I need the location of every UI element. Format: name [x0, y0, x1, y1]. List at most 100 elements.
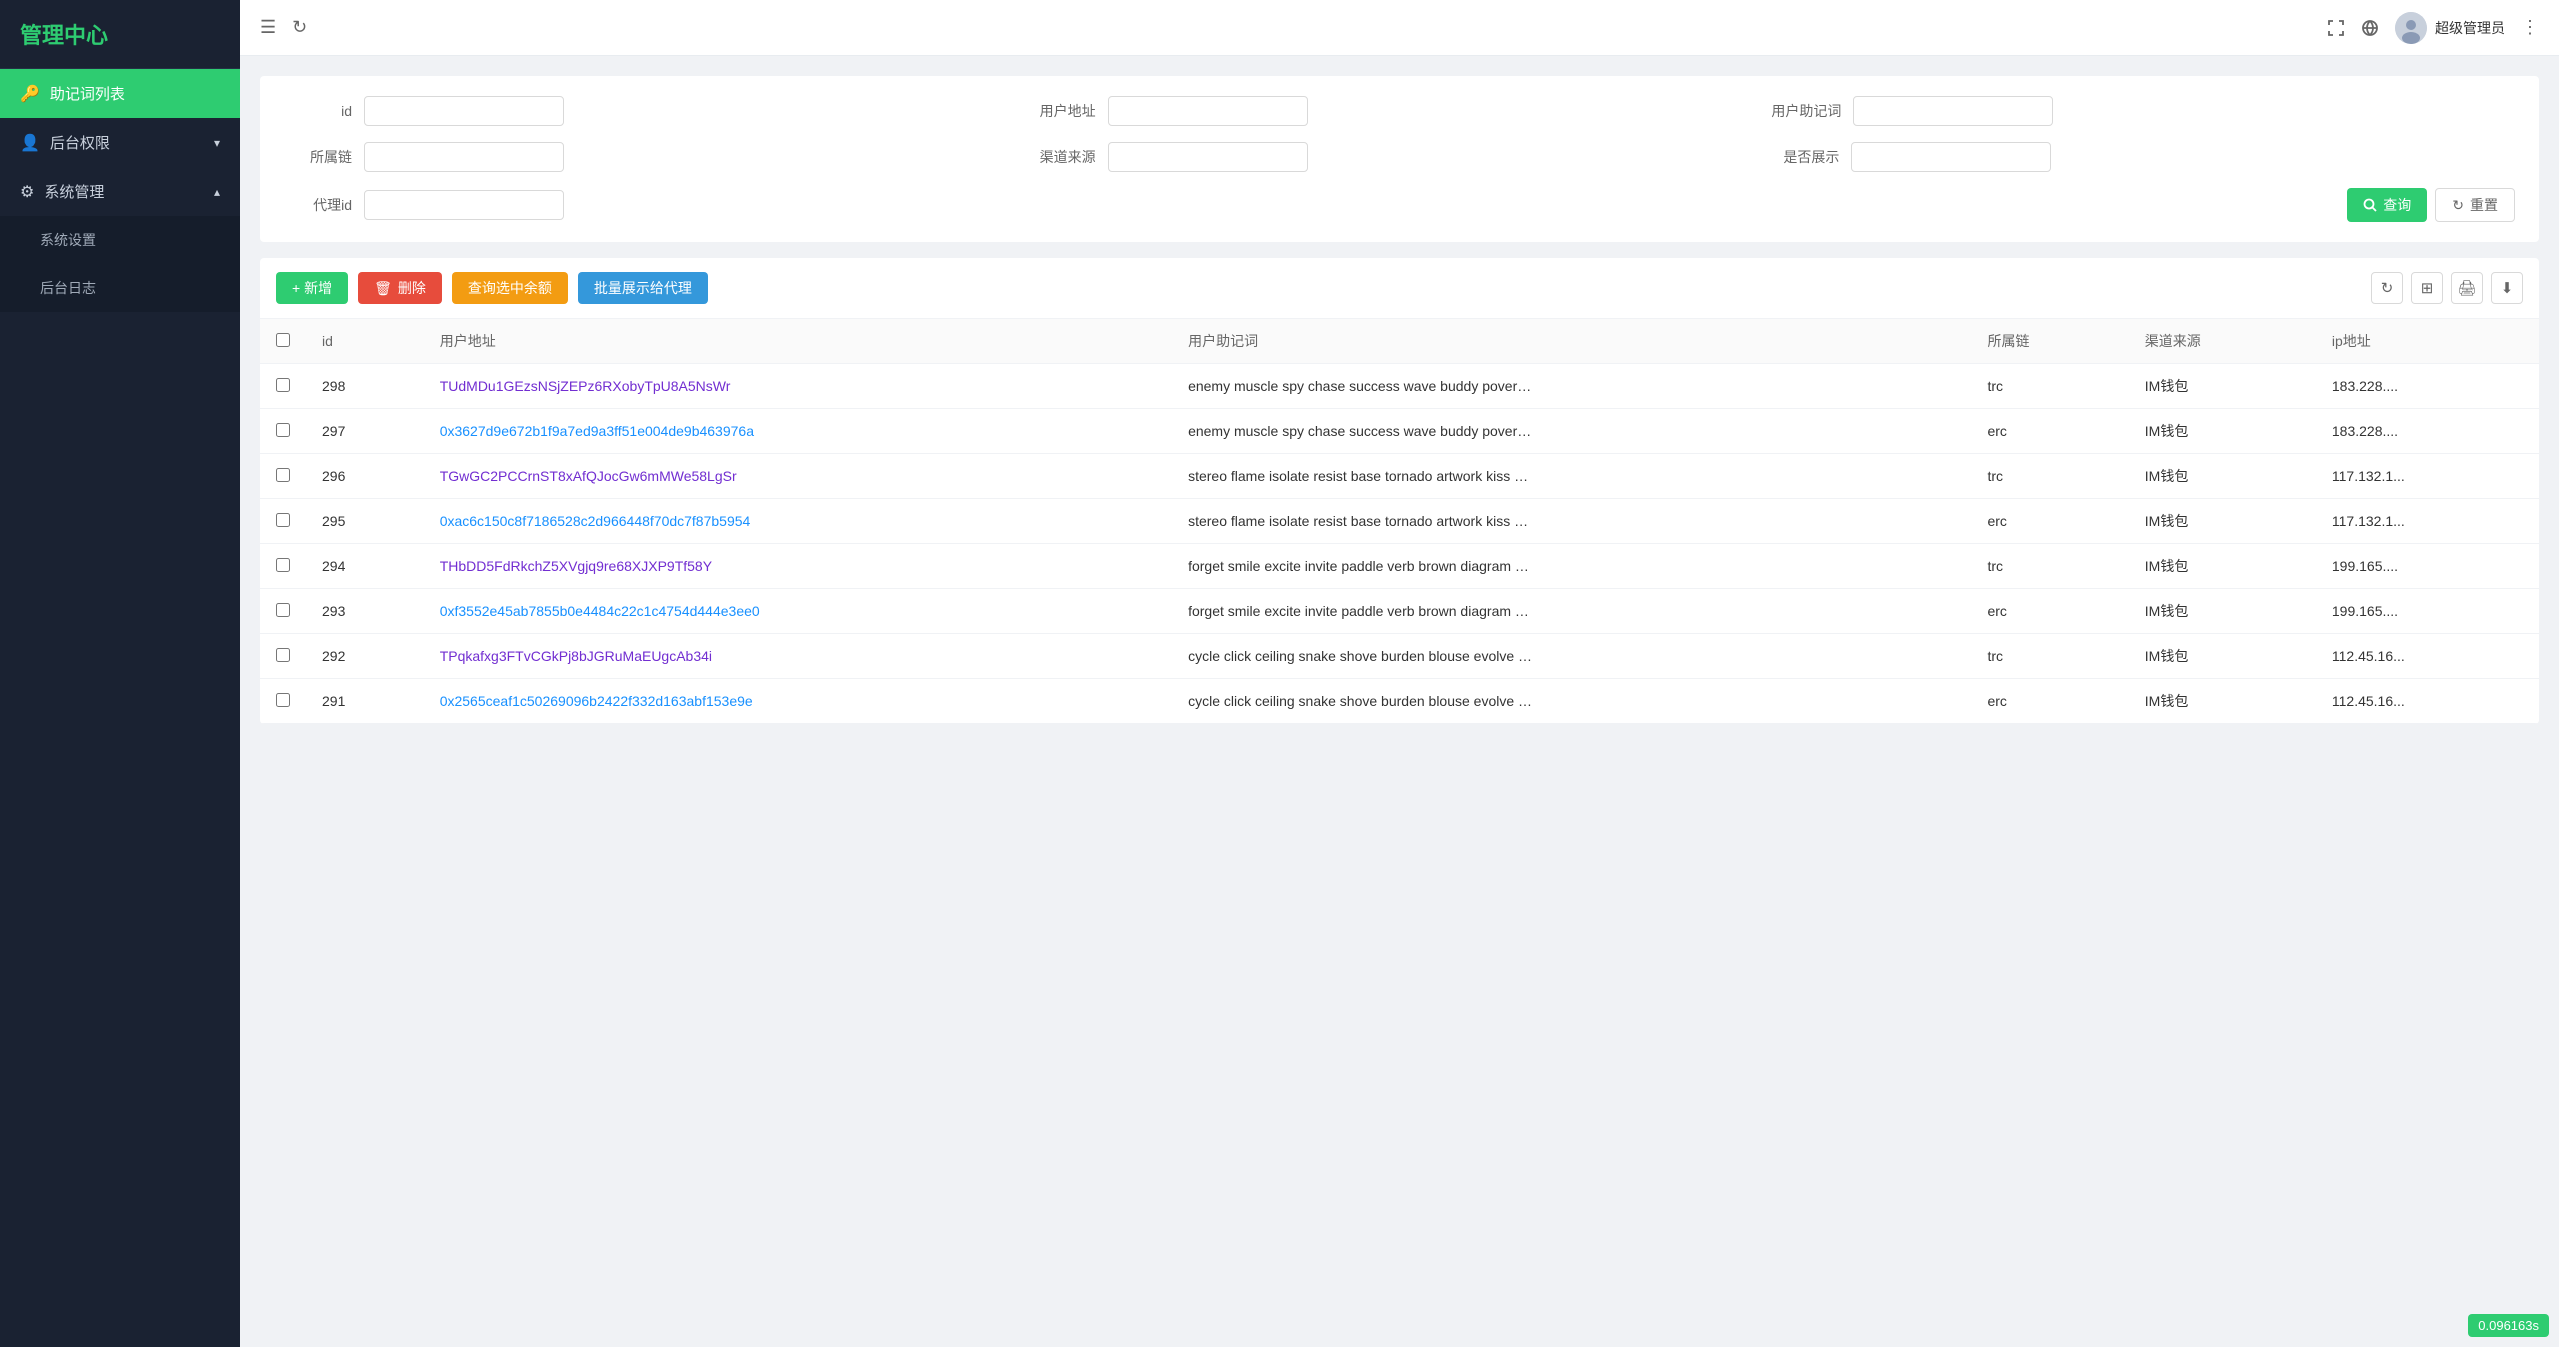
search-field-channel: 渠道来源 — [1028, 142, 1772, 172]
table-row: 294 THbDD5FdRkchZ5XVgjq9re68XJXP9Tf58Y f… — [260, 544, 2539, 589]
add-button[interactable]: + 新增 — [276, 272, 348, 304]
sidebar-item-label: 系统管理 — [44, 181, 104, 202]
cell-user-addr[interactable]: TUdMDu1GEzsNSjZEPz6RXobyTpU8A5NsWr — [424, 364, 1172, 409]
reset-button[interactable]: ↻ 重置 — [2435, 188, 2515, 222]
table-row: 297 0x3627d9e672b1f9a7ed9a3ff51e004de9b4… — [260, 409, 2539, 454]
sidebar-sub-label: 后台日志 — [40, 278, 96, 298]
chevron-up-icon: ▴ — [214, 185, 220, 199]
table-header-row: id 用户地址 用户助记词 所属链 渠道来源 ip地址 — [260, 319, 2539, 364]
input-display[interactable] — [1851, 142, 2051, 172]
cell-user-addr[interactable]: 0xf3552e45ab7855b0e4484c22c1c4754d444e3e… — [424, 589, 1172, 634]
query-button[interactable]: 查询 — [2347, 188, 2427, 222]
cell-chain: erc — [1971, 679, 2128, 724]
search-field-chain: 所属链 — [284, 142, 1028, 172]
sidebar-item-backend-log[interactable]: 后台日志 — [0, 264, 240, 312]
fullscreen-icon[interactable] — [2327, 19, 2345, 37]
collapse-icon[interactable]: ☰ — [260, 17, 276, 38]
label-user-mnemonic: 用户助记词 — [1771, 101, 1853, 121]
cell-channel: IM钱包 — [2129, 364, 2316, 409]
search-field-display: 是否展示 — [1771, 142, 2515, 172]
chevron-down-icon: ▾ — [214, 136, 220, 150]
cell-ip: 112.45.16... — [2316, 679, 2539, 724]
delete-icon: 🗑 — [374, 280, 392, 297]
gear-icon: ⚙ — [20, 182, 34, 202]
row-checkbox-cell — [260, 634, 306, 679]
export-icon[interactable]: ⬇ — [2491, 272, 2523, 304]
table-row: 293 0xf3552e45ab7855b0e4484c22c1c4754d44… — [260, 589, 2539, 634]
label-agent-id: 代理id — [284, 195, 364, 215]
user-icon: 👤 — [20, 133, 40, 153]
row-checkbox-6[interactable] — [276, 648, 290, 662]
cell-chain: trc — [1971, 544, 2128, 589]
input-user-mnemonic[interactable] — [1853, 96, 2053, 126]
cell-id: 298 — [306, 364, 424, 409]
row-checkbox-cell — [260, 544, 306, 589]
cell-id: 293 — [306, 589, 424, 634]
row-checkbox-5[interactable] — [276, 603, 290, 617]
input-channel[interactable] — [1108, 142, 1308, 172]
search-actions: 查询 ↻ 重置 — [2347, 188, 2515, 222]
cell-user-addr[interactable]: THbDD5FdRkchZ5XVgjq9re68XJXP9Tf58Y — [424, 544, 1172, 589]
delete-button[interactable]: 🗑 删除 — [358, 272, 442, 304]
input-user-addr[interactable] — [1108, 96, 1308, 126]
more-options-icon[interactable]: ⋮ — [2521, 17, 2539, 38]
cell-channel: IM钱包 — [2129, 679, 2316, 724]
header-left: ☰ ↻ — [260, 17, 307, 38]
sidebar-item-sys-settings[interactable]: 系统设置 — [0, 216, 240, 264]
row-checkbox-3[interactable] — [276, 513, 290, 527]
batch-display-button[interactable]: 批量展示给代理 — [578, 272, 708, 304]
label-chain: 所属链 — [284, 147, 364, 167]
sidebar-item-sys-manage[interactable]: ⚙ 系统管理 ▴ — [0, 167, 240, 216]
row-checkbox-cell — [260, 679, 306, 724]
cell-mnemonic: enemy muscle spy chase success wave budd… — [1172, 409, 1971, 454]
user-info[interactable]: 超级管理员 — [2395, 12, 2505, 44]
input-chain[interactable] — [364, 142, 564, 172]
sidebar-item-mnemonic-list[interactable]: 🔑 助记词列表 — [0, 69, 240, 118]
cell-user-addr[interactable]: TPqkafxg3FTvCGkPj8bJGRuMaEUgcAb34i — [424, 634, 1172, 679]
print-icon[interactable]: 🖨 — [2451, 272, 2483, 304]
table-row: 295 0xac6c150c8f7186528c2d966448f70dc7f8… — [260, 499, 2539, 544]
data-table: id 用户地址 用户助记词 所属链 渠道来源 ip地址 298 TUdMDu1G… — [260, 319, 2539, 724]
table-section: + 新增 🗑 删除 查询选中余额 批量展示给代理 ↻ ⊞ 🖨 ⬇ — [260, 258, 2539, 724]
th-chain: 所属链 — [1971, 319, 2128, 364]
key-icon: 🔑 — [20, 84, 40, 104]
row-checkbox-1[interactable] — [276, 423, 290, 437]
search-icon — [2363, 198, 2377, 212]
sidebar-item-label: 助记词列表 — [50, 83, 125, 104]
cell-user-addr[interactable]: 0x2565ceaf1c50269096b2422f332d163abf153e… — [424, 679, 1172, 724]
cell-ip: 183.228.... — [2316, 409, 2539, 454]
row-checkbox-0[interactable] — [276, 378, 290, 392]
toolbar-right: ↻ ⊞ 🖨 ⬇ — [2371, 272, 2523, 304]
cell-id: 297 — [306, 409, 424, 454]
search-field-user-addr: 用户地址 — [1028, 96, 1772, 126]
input-id[interactable] — [364, 96, 564, 126]
cell-channel: IM钱包 — [2129, 589, 2316, 634]
th-mnemonic: 用户助记词 — [1172, 319, 1971, 364]
sidebar-sub-label: 系统设置 — [40, 230, 96, 250]
row-checkbox-4[interactable] — [276, 558, 290, 572]
row-checkbox-7[interactable] — [276, 693, 290, 707]
row-checkbox-2[interactable] — [276, 468, 290, 482]
cell-user-addr[interactable]: TGwGC2PCCrnST8xAfQJocGw6mMWe58LgSr — [424, 454, 1172, 499]
label-id: id — [284, 103, 364, 119]
cell-channel: IM钱包 — [2129, 454, 2316, 499]
refresh-icon[interactable]: ↻ — [292, 17, 307, 38]
toolbar: + 新增 🗑 删除 查询选中余额 批量展示给代理 ↻ ⊞ 🖨 ⬇ — [260, 258, 2539, 319]
cell-user-addr[interactable]: 0xac6c150c8f7186528c2d966448f70dc7f87b59… — [424, 499, 1172, 544]
cell-ip: 117.132.1... — [2316, 454, 2539, 499]
row-checkbox-cell — [260, 409, 306, 454]
cell-id: 296 — [306, 454, 424, 499]
input-agent-id[interactable] — [364, 190, 564, 220]
sidebar-item-backend-perm[interactable]: 👤 后台权限 ▾ — [0, 118, 240, 167]
cell-user-addr[interactable]: 0x3627d9e672b1f9a7ed9a3ff51e004de9b46397… — [424, 409, 1172, 454]
cell-ip: 117.132.1... — [2316, 499, 2539, 544]
cell-id: 294 — [306, 544, 424, 589]
grid-view-icon[interactable]: ⊞ — [2411, 272, 2443, 304]
refresh-table-icon[interactable]: ↻ — [2371, 272, 2403, 304]
query-balance-button[interactable]: 查询选中余额 — [452, 272, 568, 304]
reset-icon: ↻ — [2452, 197, 2464, 214]
cell-mnemonic: stereo flame isolate resist base tornado… — [1172, 499, 1971, 544]
select-all-checkbox[interactable] — [276, 333, 290, 347]
globe-icon[interactable] — [2361, 19, 2379, 37]
cell-mnemonic: stereo flame isolate resist base tornado… — [1172, 454, 1971, 499]
